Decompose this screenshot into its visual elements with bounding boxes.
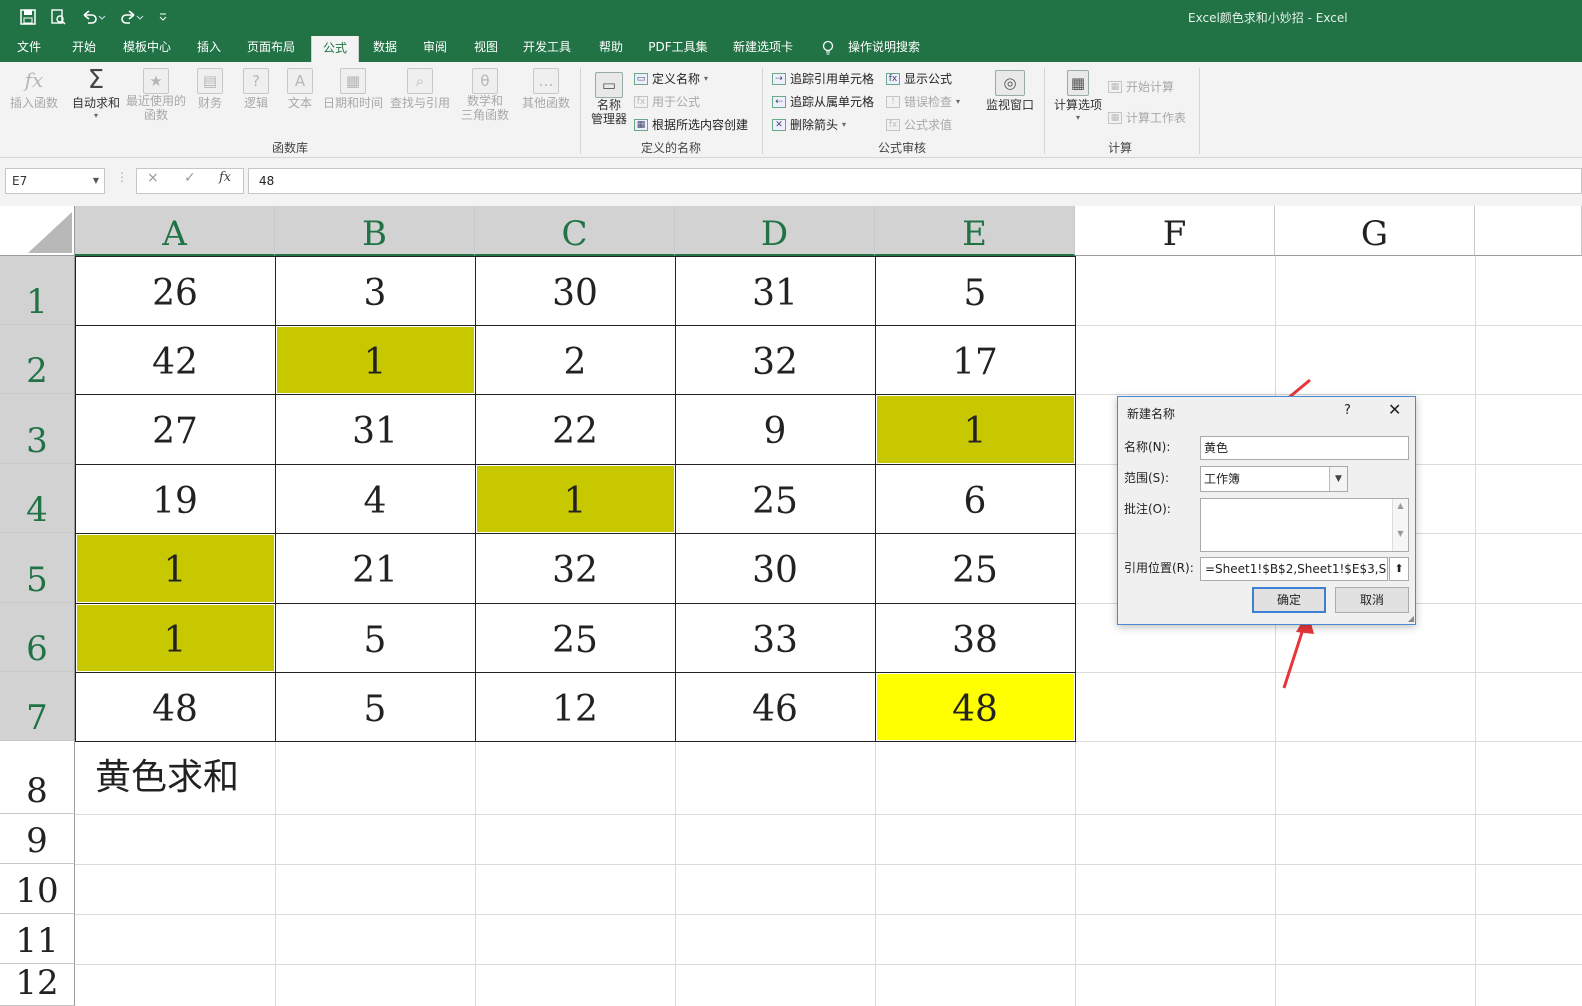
help-icon[interactable]: ? bbox=[1344, 403, 1351, 418]
textarea-scrollbar[interactable]: ▲ ▼ bbox=[1392, 499, 1408, 551]
cancel-button[interactable]: 取消 bbox=[1335, 587, 1409, 613]
dialog-title: 新建名称 bbox=[1127, 407, 1176, 421]
collapse-dialog-icon[interactable]: ⬆ bbox=[1389, 557, 1409, 581]
close-icon[interactable]: ✕ bbox=[1388, 400, 1401, 419]
chevron-down-icon[interactable]: ▼ bbox=[1329, 467, 1347, 491]
comment-label: 批注(O): bbox=[1124, 502, 1171, 516]
new-name-dialog: 新建名称 ? ✕ 名称(N): 黄色 范围(S): 工作簿 ▼ 批注(O): ▲… bbox=[1117, 396, 1416, 625]
refers-to-label: 引用位置(R): bbox=[1124, 561, 1194, 575]
name-label: 名称(N): bbox=[1124, 440, 1171, 454]
resize-grip-icon[interactable]: ◢ bbox=[1408, 614, 1414, 623]
scope-label: 范围(S): bbox=[1124, 471, 1170, 485]
name-field[interactable]: 黄色 bbox=[1200, 436, 1409, 460]
scope-select-value: 工作簿 bbox=[1204, 472, 1241, 486]
ok-button[interactable]: 确定 bbox=[1252, 587, 1326, 613]
comment-textarea[interactable]: ▲ ▼ bbox=[1200, 498, 1409, 552]
refers-to-field[interactable]: =Sheet1!$B$2,Sheet1!$E$3,Sheet1!$C$4,She… bbox=[1200, 557, 1388, 581]
scope-select[interactable]: 工作簿 ▼ bbox=[1200, 466, 1348, 492]
